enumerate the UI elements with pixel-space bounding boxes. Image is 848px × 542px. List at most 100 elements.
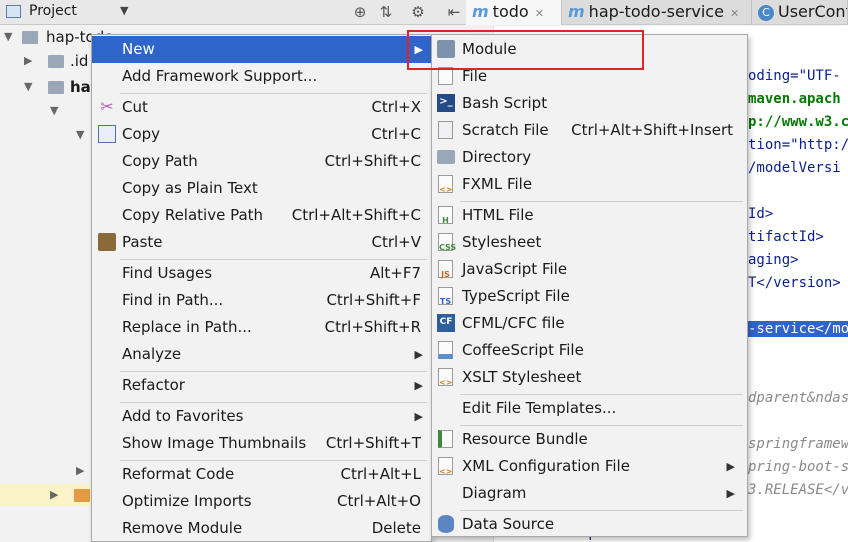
chevron-down-icon[interactable]: ▼	[120, 4, 128, 17]
menu-item-label: Stylesheet	[462, 233, 542, 251]
menu-item-bash-script[interactable]: >_ Bash Script	[432, 90, 747, 117]
submenu-arrow-icon: ▶	[726, 487, 735, 500]
menu-item-label: Add to Favorites	[122, 407, 244, 425]
fxml-file-icon: <>	[438, 175, 453, 194]
menu-item-scratch-file[interactable]: Scratch File Ctrl+Alt+Shift+Insert	[432, 117, 747, 144]
menu-shortcut: Alt+F7	[369, 264, 421, 282]
code-line: springframewo	[748, 436, 848, 452]
expand-icon[interactable]: ▶	[50, 484, 58, 506]
menu-shortcut: Ctrl+Shift+R	[324, 318, 421, 336]
menu-item-label: Add Framework Support...	[122, 67, 318, 85]
menu-item-label: CFML/CFC file	[462, 314, 565, 332]
menu-shortcut: Ctrl+V	[371, 233, 421, 251]
tab-label: todo	[492, 2, 529, 21]
menu-item-label: XSLT Stylesheet	[462, 368, 582, 386]
resource-bundle-icon	[438, 430, 453, 448]
menu-item-label: Replace in Path...	[122, 318, 252, 336]
menu-item-label: Cut	[122, 98, 148, 116]
menu-item-copy-path[interactable]: Copy Path Ctrl+Shift+C	[92, 148, 431, 175]
menu-item-new[interactable]: New ▶	[92, 36, 431, 63]
menu-item-label: FXML File	[462, 175, 533, 193]
tab-label: hap-todo-service	[588, 2, 724, 21]
menu-item-data-source[interactable]: Data Source	[432, 511, 747, 538]
menu-item-coffeescript-file[interactable]: CoffeeScript File	[432, 337, 747, 364]
close-icon[interactable]: ✕	[535, 7, 544, 20]
menu-item-add-framework-support[interactable]: Add Framework Support...	[92, 63, 431, 90]
target-icon[interactable]: ⊕	[350, 2, 370, 22]
menu-item-label: Copy as Plain Text	[122, 179, 258, 197]
terminal-icon: >_	[437, 94, 455, 112]
menu-item-cut[interactable]: ✂ Cut Ctrl+X	[92, 94, 431, 121]
gear-icon[interactable]: ⚙	[408, 2, 428, 22]
menu-item-label: Directory	[462, 148, 532, 166]
class-icon: C	[758, 5, 774, 21]
menu-item-diagram[interactable]: Diagram ▶	[432, 480, 747, 507]
menu-item-label: Data Source	[462, 515, 555, 533]
menu-item-copy-relative-path[interactable]: Copy Relative Path Ctrl+Alt+Shift+C	[92, 202, 431, 229]
expand-icon[interactable]: ▼	[50, 100, 58, 122]
expand-icon[interactable]: ▼	[76, 124, 84, 146]
new-submenu: Module File >_ Bash Script Scratch File …	[431, 34, 748, 537]
menu-item-directory[interactable]: Directory	[432, 144, 747, 171]
menu-item-cfml-cfc-file[interactable]: CF CFML/CFC file	[432, 310, 747, 337]
menu-item-optimize-imports[interactable]: Optimize Imports Ctrl+Alt+O	[92, 488, 431, 515]
coffee-file-icon	[438, 341, 453, 359]
menu-item-resource-bundle[interactable]: Resource Bundle	[432, 426, 747, 453]
menu-shortcut: Ctrl+X	[371, 98, 421, 116]
menu-item-xml-configuration-file[interactable]: <> XML Configuration File ▶	[432, 453, 747, 480]
menu-shortcut: Ctrl+Alt+L	[340, 465, 422, 483]
menu-item-label: Find in Path...	[122, 291, 224, 309]
menu-item-reformat-code[interactable]: Reformat Code Ctrl+Alt+L	[92, 461, 431, 488]
tab-usercontroller[interactable]: CUserContr	[752, 0, 848, 25]
editor-tab-bar: mtodo ✕ m hap-todo-service ✕ CUserContr	[466, 0, 848, 25]
tab-hap-todo-service[interactable]: m hap-todo-service ✕	[562, 0, 752, 25]
project-panel-title[interactable]: Project	[29, 3, 77, 19]
menu-item-label: Analyze	[122, 345, 182, 363]
tab-label: UserContr	[778, 2, 847, 21]
hide-icon[interactable]: ⇤	[444, 2, 464, 22]
menu-item-show-image-thumbnails[interactable]: Show Image Thumbnails Ctrl+Shift+T	[92, 430, 431, 457]
expand-icon[interactable]: ▶	[76, 460, 84, 482]
menu-item-copy-as-plain-text[interactable]: Copy as Plain Text	[92, 175, 431, 202]
tree-item-label: .id	[70, 52, 89, 70]
code-line: 3.RELEASE</ve	[748, 482, 848, 498]
menu-item-label: Refactor	[122, 376, 185, 394]
menu-item-analyze[interactable]: Analyze ▶	[92, 341, 431, 368]
xslt-file-icon: <>	[438, 368, 453, 387]
code-line: -service</mod	[748, 318, 848, 340]
close-icon[interactable]: ✕	[730, 7, 739, 20]
css-file-icon: CSS	[438, 233, 456, 252]
code-line: p://www.w3.c	[748, 114, 848, 130]
expand-icon[interactable]: ▼	[24, 76, 32, 98]
menu-item-typescript-file[interactable]: TS TypeScript File	[432, 283, 747, 310]
context-menu: New ▶ Add Framework Support... ✂ Cut Ctr…	[91, 34, 432, 542]
menu-item-javascript-file[interactable]: JS JavaScript File	[432, 256, 747, 283]
database-icon	[438, 515, 454, 533]
menu-item-find-usages[interactable]: Find Usages Alt+F7	[92, 260, 431, 287]
menu-item-html-file[interactable]: H HTML File	[432, 202, 747, 229]
folder-icon	[22, 31, 38, 44]
maven-icon: m	[472, 2, 489, 21]
code-line: /modelVersi	[748, 160, 841, 176]
tab-todo[interactable]: m todo ✕	[466, 0, 562, 25]
menu-item-label: Bash Script	[462, 94, 548, 112]
menu-item-fxml-file[interactable]: <> FXML File	[432, 171, 747, 198]
menu-item-refactor[interactable]: Refactor ▶	[92, 372, 431, 399]
tree-item-label: ha	[70, 78, 91, 96]
menu-item-label: Diagram	[462, 484, 527, 502]
menu-item-remove-module[interactable]: Remove Module Delete	[92, 515, 431, 542]
menu-item-label: XML Configuration File	[462, 457, 630, 475]
menu-item-add-to-favorites[interactable]: Add to Favorites ▶	[92, 403, 431, 430]
menu-item-label: Copy	[122, 125, 161, 143]
menu-item-copy[interactable]: Copy Ctrl+C	[92, 121, 431, 148]
expand-icon[interactable]: ▼	[4, 26, 12, 48]
code-line: tion="http:/	[748, 137, 848, 153]
menu-item-xslt-stylesheet[interactable]: <> XSLT Stylesheet	[432, 364, 747, 391]
menu-item-replace-in-path[interactable]: Replace in Path... Ctrl+Shift+R	[92, 314, 431, 341]
menu-item-find-in-path[interactable]: Find in Path... Ctrl+Shift+F	[92, 287, 431, 314]
expand-icon[interactable]: ▶	[24, 50, 32, 72]
menu-item-stylesheet[interactable]: CSS Stylesheet	[432, 229, 747, 256]
menu-item-paste[interactable]: Paste Ctrl+V	[92, 229, 431, 256]
collapse-icon[interactable]: ⇅	[376, 2, 396, 22]
menu-item-edit-file-templates[interactable]: Edit File Templates...	[432, 395, 747, 422]
